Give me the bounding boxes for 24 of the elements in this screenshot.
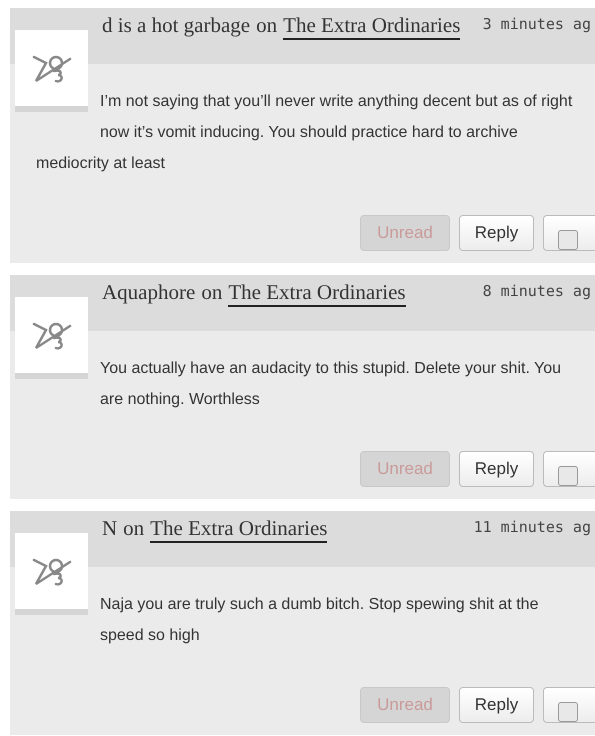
timestamp: 11 minutes ag bbox=[474, 517, 592, 537]
story-link[interactable]: The Extra Ordinaries bbox=[150, 515, 328, 543]
reply-button[interactable]: Reply bbox=[459, 451, 534, 487]
checkbox-button[interactable] bbox=[543, 687, 595, 723]
joiner-text: on bbox=[201, 279, 222, 306]
comment-text: You actually have an audacity to this stupid. Delete your shit. You are nothing. Worthless bbox=[99, 359, 562, 410]
comment-text: Naja you are truly such a dumb bitch. Stop spewing shit at the speed so high bbox=[99, 595, 540, 646]
timestamp: 3 minutes ag bbox=[482, 14, 592, 34]
joiner-text: on bbox=[256, 12, 278, 39]
story-link[interactable]: The Extra Ordinaries bbox=[228, 279, 406, 307]
checkbox-icon bbox=[558, 702, 578, 722]
story-link[interactable]: The Extra Ordinaries bbox=[283, 12, 460, 40]
timestamp: 8 minutes ag bbox=[482, 281, 592, 301]
author-name: N bbox=[102, 515, 118, 542]
checkbox-icon bbox=[558, 466, 578, 486]
comment-text: I’m not saying that you’ll never write anything decent but as of right now it’s vomit inducing. You should practice hard to archive mediocrity at least bbox=[36, 92, 574, 174]
author-name: d is a hot garbage bbox=[102, 12, 250, 39]
joiner-text: on bbox=[123, 515, 144, 542]
checkbox-icon bbox=[558, 230, 578, 250]
checkbox-button[interactable] bbox=[543, 215, 595, 251]
reply-button[interactable]: Reply bbox=[459, 687, 534, 723]
author-name: Aquaphore bbox=[102, 279, 196, 306]
reply-button[interactable]: Reply bbox=[459, 215, 534, 251]
checkbox-button[interactable] bbox=[543, 451, 595, 487]
